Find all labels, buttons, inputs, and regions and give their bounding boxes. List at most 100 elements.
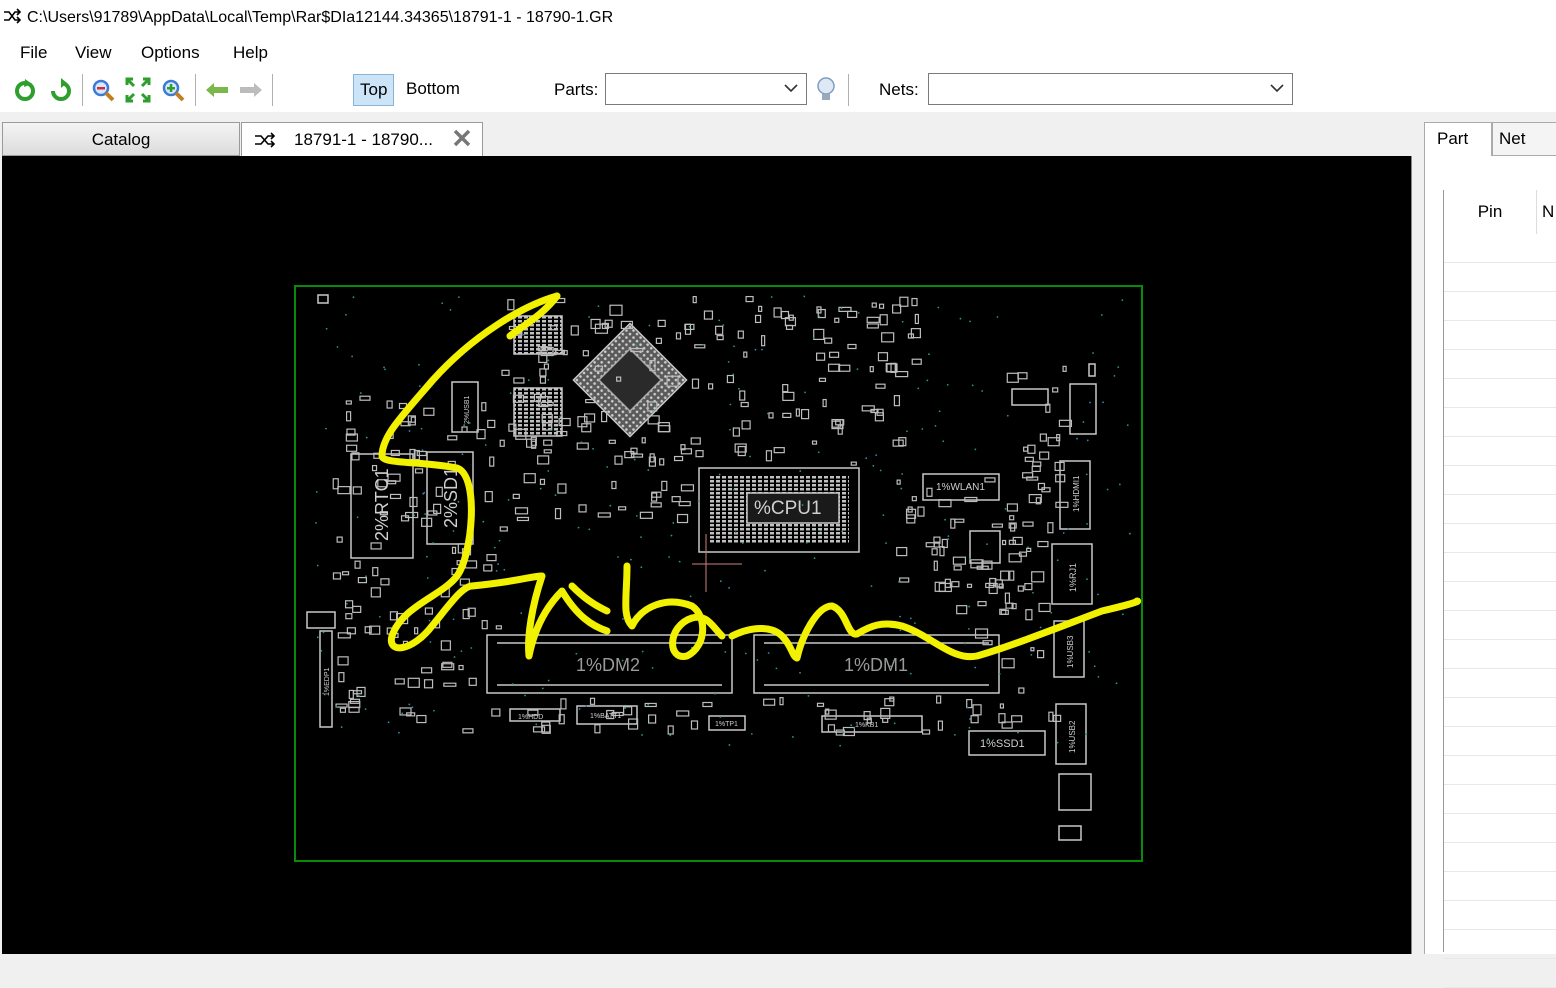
smd-component bbox=[543, 363, 550, 370]
via bbox=[624, 707, 627, 710]
bottom-toggle-button[interactable]: Bottom bbox=[400, 74, 466, 104]
via bbox=[799, 470, 802, 472]
smd-component bbox=[608, 439, 616, 444]
via bbox=[418, 363, 420, 366]
forward-arrow-icon[interactable] bbox=[238, 77, 264, 103]
board-canvas[interactable]: %CPU1 1%WLAN1 2%RTC1 2%SD1 1%DM2 1%DM1 1… bbox=[2, 156, 1412, 954]
ic-chip[interactable] bbox=[969, 530, 1001, 564]
via bbox=[689, 595, 692, 598]
smd-component bbox=[678, 501, 691, 507]
refresh-icon[interactable] bbox=[48, 77, 74, 103]
via bbox=[449, 309, 452, 311]
menu-file[interactable]: File bbox=[20, 43, 47, 63]
connector[interactable] bbox=[306, 611, 336, 629]
pin-grid[interactable]: Pin N bbox=[1443, 190, 1556, 988]
smd-component bbox=[336, 536, 343, 543]
via bbox=[622, 618, 624, 620]
pch-chip[interactable] bbox=[572, 322, 688, 438]
top-toggle-button[interactable]: Top bbox=[353, 74, 395, 106]
smd-component bbox=[359, 395, 371, 401]
tab-part[interactable]: Part bbox=[1424, 122, 1492, 158]
via bbox=[547, 378, 550, 381]
toolbar-separator bbox=[272, 74, 273, 106]
toolbar: Top Bottom Parts: Nets: bbox=[0, 68, 1556, 112]
via bbox=[1118, 483, 1121, 486]
via bbox=[901, 320, 904, 323]
smd-component bbox=[1039, 433, 1047, 442]
via bbox=[761, 348, 763, 351]
smd-component bbox=[414, 468, 424, 474]
via bbox=[727, 360, 730, 363]
smd-component bbox=[394, 678, 405, 685]
menu-view[interactable]: View bbox=[75, 43, 112, 63]
smd-component bbox=[484, 491, 493, 503]
zoom-in-icon[interactable] bbox=[160, 77, 186, 103]
ic-chip[interactable] bbox=[1058, 773, 1092, 811]
nets-combobox[interactable] bbox=[928, 73, 1293, 105]
menu-help[interactable]: Help bbox=[233, 43, 268, 63]
zoom-out-icon[interactable] bbox=[90, 77, 116, 103]
back-arrow-icon[interactable] bbox=[204, 77, 230, 103]
column-header-pin[interactable]: Pin bbox=[1444, 190, 1537, 234]
via bbox=[547, 359, 550, 362]
smd-component bbox=[899, 577, 910, 583]
smd-component bbox=[495, 625, 502, 630]
via bbox=[322, 631, 325, 634]
via bbox=[432, 542, 435, 544]
parts-combobox[interactable] bbox=[605, 73, 807, 105]
smd-component bbox=[795, 408, 800, 417]
smd-component bbox=[481, 402, 487, 412]
via bbox=[875, 454, 878, 456]
table-row bbox=[1444, 639, 1556, 640]
via bbox=[1085, 733, 1088, 736]
via bbox=[805, 541, 808, 544]
tab-document[interactable]: 18791-1 - 18790... bbox=[241, 122, 483, 158]
via bbox=[1056, 559, 1059, 562]
via bbox=[928, 353, 930, 356]
connector[interactable] bbox=[1069, 383, 1097, 435]
via bbox=[482, 520, 485, 523]
smd-component bbox=[1026, 547, 1032, 552]
smd-component bbox=[838, 364, 851, 372]
via bbox=[357, 694, 360, 697]
via bbox=[1129, 532, 1131, 535]
via bbox=[947, 538, 950, 540]
smd-component bbox=[389, 493, 402, 500]
smd-component bbox=[1001, 658, 1015, 669]
smd-component bbox=[703, 310, 714, 320]
smd-component bbox=[676, 710, 690, 717]
smd-component bbox=[740, 401, 749, 408]
via bbox=[641, 734, 643, 736]
via bbox=[1092, 352, 1094, 354]
via bbox=[352, 296, 355, 299]
close-icon[interactable] bbox=[452, 128, 472, 148]
smd-component bbox=[364, 626, 372, 634]
smd-component bbox=[1022, 521, 1034, 527]
smd-component bbox=[423, 679, 434, 689]
smd-component bbox=[910, 328, 921, 339]
via bbox=[418, 385, 421, 388]
column-header-net[interactable]: N bbox=[1542, 190, 1556, 234]
smd-component bbox=[758, 305, 763, 312]
smd-component bbox=[352, 486, 362, 495]
smd-component bbox=[879, 314, 888, 326]
board-view[interactable]: %CPU1 1%WLAN1 2%RTC1 2%SD1 1%DM2 1%DM1 1… bbox=[2, 156, 1410, 954]
smd-component bbox=[1017, 585, 1024, 592]
smd-component bbox=[877, 352, 889, 362]
tab-net[interactable]: Net bbox=[1492, 122, 1556, 156]
via bbox=[986, 543, 988, 546]
smd-component bbox=[657, 319, 666, 327]
via bbox=[647, 469, 650, 471]
via bbox=[1085, 473, 1088, 476]
menu-options[interactable]: Options bbox=[141, 43, 200, 63]
lightbulb-icon[interactable] bbox=[813, 75, 839, 105]
via bbox=[819, 529, 822, 532]
tab-catalog[interactable]: Catalog bbox=[2, 122, 240, 156]
fit-view-icon[interactable] bbox=[125, 77, 151, 103]
reload-icon[interactable] bbox=[12, 77, 38, 103]
via bbox=[942, 440, 945, 443]
connector[interactable] bbox=[1058, 825, 1082, 841]
smd-component bbox=[871, 302, 877, 308]
smd-component bbox=[346, 444, 358, 452]
connector[interactable] bbox=[1011, 388, 1049, 406]
